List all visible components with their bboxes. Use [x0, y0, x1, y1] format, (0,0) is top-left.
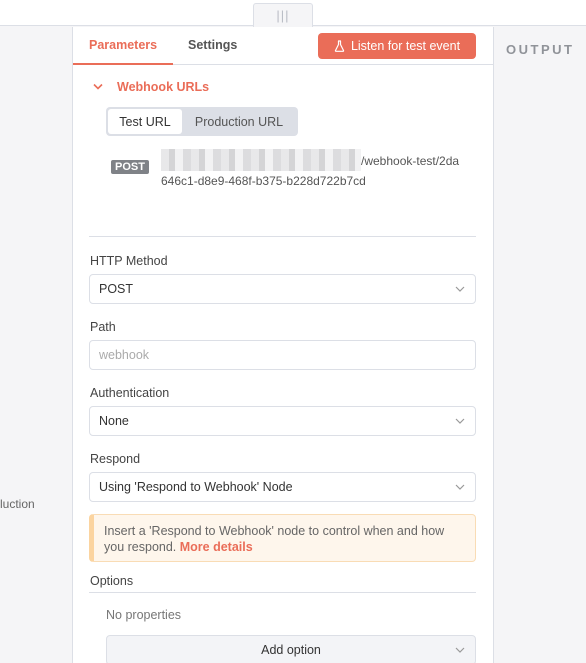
chevron-down-icon — [455, 484, 465, 490]
url-path-line2: 646c1-d8e9-468f-b375-b228d722b7cd — [161, 174, 366, 188]
flask-icon — [334, 40, 345, 52]
listen-button-label: Listen for test event — [350, 39, 461, 53]
section-divider — [89, 236, 476, 237]
output-title: OUTPUT — [506, 42, 575, 57]
chevron-down-icon — [455, 286, 465, 292]
chevron-down-icon — [455, 418, 465, 424]
panel-drag-handle[interactable]: ||| — [253, 3, 313, 27]
notice-text: Insert a 'Respond to Webhook' node to co… — [104, 524, 445, 554]
no-properties-text: No properties — [106, 608, 182, 622]
chevron-down-icon — [455, 647, 465, 653]
path-input[interactable] — [89, 340, 476, 370]
canvas-node-label: luction — [0, 497, 35, 511]
http-method-select[interactable]: POST — [89, 274, 476, 304]
respond-label: Respond — [90, 452, 141, 466]
node-parameters-panel: Parameters Settings Listen for test even… — [72, 27, 493, 663]
panel-tabs: Parameters Settings Listen for test even… — [73, 27, 493, 65]
respond-select[interactable]: Using 'Respond to Webhook' Node — [89, 472, 476, 502]
authentication-label: Authentication — [90, 386, 170, 400]
more-details-link[interactable]: More details — [180, 540, 253, 554]
add-option-button[interactable]: Add option — [106, 635, 476, 663]
add-option-label: Add option — [261, 643, 321, 657]
tab-settings[interactable]: Settings — [188, 38, 237, 52]
output-panel: OUTPUT — [493, 27, 586, 663]
redacted-host — [161, 149, 361, 171]
active-tab-indicator — [73, 63, 173, 65]
options-divider — [89, 592, 476, 593]
http-method-label: HTTP Method — [90, 254, 168, 268]
listen-for-test-event-button[interactable]: Listen for test event — [318, 33, 476, 59]
authentication-value: None — [99, 414, 129, 428]
method-badge: POST — [111, 160, 149, 174]
chevron-down-icon — [93, 83, 103, 90]
respond-value: Using 'Respond to Webhook' Node — [99, 480, 293, 494]
url-path-line1: /webhook-test/2da — [361, 154, 460, 168]
top-bar: ||| — [0, 0, 586, 27]
tab-parameters[interactable]: Parameters — [89, 38, 157, 52]
options-label: Options — [90, 574, 134, 588]
respond-notice: Insert a 'Respond to Webhook' node to co… — [89, 514, 476, 562]
webhook-urls-header[interactable]: Webhook URLs — [93, 80, 209, 94]
canvas-area[interactable]: luction — [0, 27, 72, 663]
url-type-toggle: Test URL Production URL — [106, 107, 298, 136]
app-root: ||| luction OUTPUT Parameters Settings L… — [0, 0, 586, 663]
webhook-urls-title: Webhook URLs — [117, 80, 210, 94]
http-method-value: POST — [99, 282, 134, 296]
authentication-select[interactable]: None — [89, 406, 476, 436]
test-url-option[interactable]: Test URL — [108, 109, 182, 134]
drag-handle-icon: ||| — [276, 8, 290, 23]
path-label: Path — [90, 320, 116, 334]
production-url-option[interactable]: Production URL — [182, 109, 296, 134]
